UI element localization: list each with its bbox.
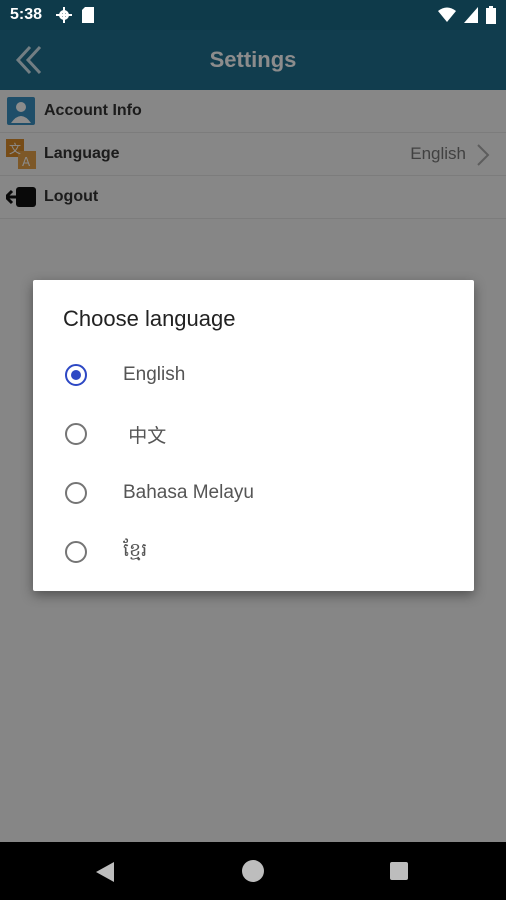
nav-recents-icon[interactable] (390, 862, 408, 880)
language-option-chinese[interactable]: 中文 (33, 405, 474, 463)
dialog-title: Choose language (63, 306, 236, 331)
gear-icon (56, 7, 73, 23)
option-label: 中文 (123, 425, 167, 447)
radio-button[interactable] (65, 541, 87, 563)
battery-icon (486, 6, 496, 24)
nav-back-icon[interactable] (96, 862, 114, 882)
language-option-khmer[interactable]: ខ្មែរ (33, 523, 474, 581)
language-option-malay[interactable]: Bahasa Melayu (33, 464, 474, 522)
option-label: English (123, 364, 186, 385)
language-option-english[interactable]: English (33, 346, 474, 404)
status-time: 5:38 (10, 6, 43, 23)
signal-icon (464, 7, 478, 23)
option-label: Bahasa Melayu (123, 482, 254, 503)
radio-button[interactable] (65, 482, 87, 504)
option-label: ខ្មែរ (123, 540, 148, 561)
nav-home-icon[interactable] (242, 860, 264, 882)
sim-card-icon (82, 7, 95, 23)
language-dialog: Choose language English 中文 Bahasa Melayu… (33, 280, 474, 591)
status-bar: 5:38 (0, 0, 506, 30)
system-nav-bar (0, 842, 506, 900)
radio-button[interactable] (65, 364, 87, 386)
wifi-icon (438, 7, 456, 22)
radio-button[interactable] (65, 423, 87, 445)
